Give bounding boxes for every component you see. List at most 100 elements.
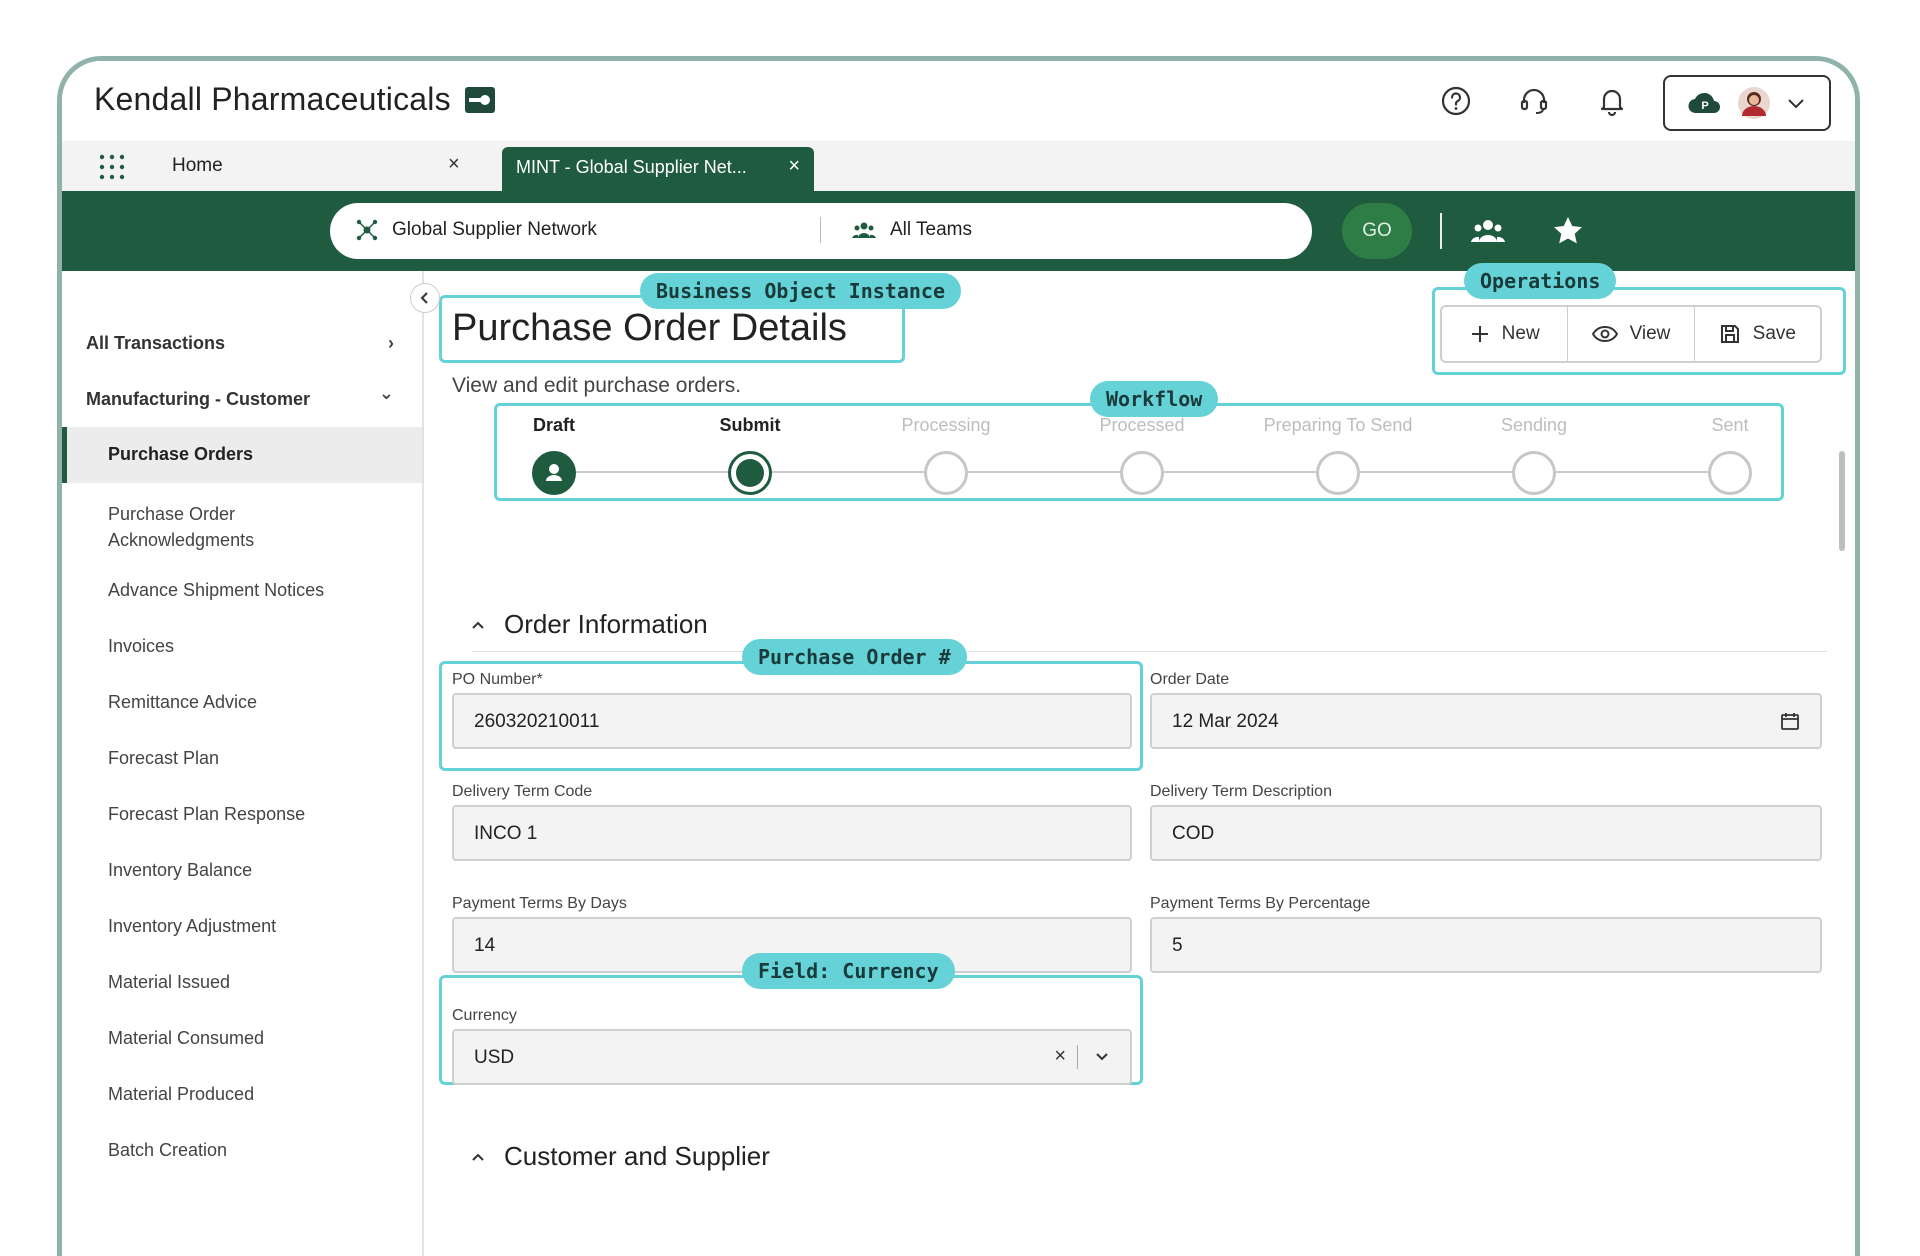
app-window: Kendall Pharmaceuticals P Home × MINT - … xyxy=(62,61,1855,1256)
help-icon[interactable] xyxy=(1438,83,1474,119)
network-selector[interactable]: Global Supplier Network xyxy=(356,219,597,241)
workflow-step-label-preparing-to-send: Preparing To Send xyxy=(1263,415,1413,435)
workflow-step-processed[interactable] xyxy=(1120,451,1164,495)
sidebar-item-advance-shipment-notices[interactable]: Advance Shipment Notices xyxy=(108,577,324,603)
tab-active-close-icon[interactable]: × xyxy=(788,155,800,178)
currency-label: Currency xyxy=(452,1007,517,1024)
clear-icon[interactable]: × xyxy=(1054,1045,1066,1068)
page-subtitle: View and edit purchase orders. xyxy=(452,374,742,397)
team-icon xyxy=(852,222,876,238)
sidebar-item-inventory-balance[interactable]: Inventory Balance xyxy=(108,857,252,883)
chevron-left-icon xyxy=(420,292,428,304)
teams-selector[interactable]: All Teams xyxy=(852,219,972,241)
scope-selector[interactable]: Global Supplier Network All Teams xyxy=(330,203,1312,259)
tab-mint-global-supplier-network[interactable]: MINT - Global Supplier Net... × xyxy=(502,147,814,191)
workflow-step-label-sending: Sending xyxy=(1500,415,1568,435)
calendar-icon[interactable] xyxy=(1780,711,1800,731)
po-number-label: PO Number* xyxy=(452,671,543,688)
payment-terms-percentage-label: Payment Terms By Percentage xyxy=(1150,895,1371,912)
save-button-label: Save xyxy=(1752,323,1796,344)
annotation-label-workflow: Workflow xyxy=(1090,381,1219,417)
sidebar-group-label: Manufacturing - Customer xyxy=(86,389,311,409)
eye-icon xyxy=(1591,325,1618,343)
workflow-step-label-submit: Submit xyxy=(719,415,781,435)
tab-active-label: MINT - Global Supplier Net... xyxy=(516,157,747,177)
sidebar-item-material-consumed[interactable]: Material Consumed xyxy=(108,1025,264,1051)
sidebar-item-purchase-order-acknowledgments[interactable]: Purchase Order Acknowledgments xyxy=(108,501,254,553)
delivery-term-code-label: Delivery Term Code xyxy=(452,783,593,800)
delivery-term-description-input[interactable]: COD xyxy=(1150,805,1822,861)
workflow-step-submit[interactable] xyxy=(728,451,772,495)
app-header: Kendall Pharmaceuticals P xyxy=(62,61,1855,141)
network-label: Global Supplier Network xyxy=(392,219,597,240)
headset-icon[interactable] xyxy=(1516,83,1552,119)
order-date-input[interactable]: 12 Mar 2024 xyxy=(1150,693,1822,749)
save-icon xyxy=(1720,325,1739,343)
apps-grid-icon[interactable] xyxy=(98,153,126,181)
workflow-step-label-sent: Sent xyxy=(1711,415,1749,435)
order-date-label: Order Date xyxy=(1150,671,1230,688)
order-date-value: 12 Mar 2024 xyxy=(1172,711,1279,732)
user-check-icon xyxy=(546,464,562,481)
teams-icon[interactable] xyxy=(1468,213,1508,249)
workflow-step-label-processing: Processing xyxy=(901,415,991,435)
select-divider xyxy=(1077,1045,1078,1069)
sidebar-item-inventory-adjustment[interactable]: Inventory Adjustment xyxy=(108,913,276,939)
sidebar-item-invoices[interactable]: Invoices xyxy=(108,633,174,659)
main-scrollbar[interactable] xyxy=(1839,451,1845,551)
network-icon xyxy=(356,219,378,241)
favorite-star-icon[interactable] xyxy=(1548,213,1588,249)
delivery-term-description-label: Delivery Term Description xyxy=(1150,783,1332,800)
sidebar-group-label: All Transactions xyxy=(86,333,226,353)
annotation-label-business-object: Business Object Instance xyxy=(640,273,961,309)
sidebar-group-manufacturing-customer[interactable]: Manufacturing - Customer ⌄ xyxy=(86,383,416,410)
operations-toolbar: New View Save xyxy=(1440,305,1822,363)
device-frame: Kendall Pharmaceuticals P Home × MINT - … xyxy=(57,56,1860,1256)
workflow-step-draft[interactable] xyxy=(532,451,576,495)
annotation-label-purchase-order: Purchase Order # xyxy=(742,639,967,675)
sidebar-item-forecast-plan-response[interactable]: Forecast Plan Response xyxy=(108,801,305,827)
workflow-step-label-draft: Draft xyxy=(532,415,576,435)
greenbar-divider xyxy=(1440,213,1442,249)
new-button[interactable]: New xyxy=(1442,307,1569,361)
go-button[interactable]: GO xyxy=(1342,203,1412,259)
save-button[interactable]: Save xyxy=(1695,307,1820,361)
section-title: Customer and Supplier xyxy=(504,1141,770,1171)
tab-home[interactable]: Home xyxy=(172,155,223,177)
workflow-step-processing[interactable] xyxy=(924,451,968,495)
currency-select[interactable]: USD × xyxy=(452,1029,1132,1085)
payment-terms-days-label: Payment Terms By Days xyxy=(452,895,627,912)
user-menu[interactable]: P xyxy=(1663,75,1831,131)
annotation-label-operations: Operations xyxy=(1464,263,1617,299)
view-button[interactable]: View xyxy=(1568,307,1695,361)
chevron-up-icon xyxy=(472,1153,484,1161)
sidebar-group-all-transactions[interactable]: All Transactions › xyxy=(86,333,416,354)
tab-bar: Home × MINT - Global Supplier Net... × xyxy=(62,141,1855,191)
payment-terms-percentage-input[interactable]: 5 xyxy=(1150,917,1822,973)
annotation-label-currency: Field: Currency xyxy=(742,953,955,989)
sidebar-collapse-button[interactable] xyxy=(410,283,440,313)
delivery-term-code-input[interactable]: INCO 1 xyxy=(452,805,1132,861)
scope-divider xyxy=(820,217,821,243)
sidebar-item-label-active: Purchase Orders xyxy=(108,444,254,464)
view-button-label: View xyxy=(1629,323,1671,344)
workflow-step-preparing-to-send[interactable] xyxy=(1316,451,1360,495)
workflow-step-sending[interactable] xyxy=(1512,451,1556,495)
brand-logo-icon xyxy=(464,86,495,113)
chevron-down-icon xyxy=(1788,99,1804,109)
sidebar-item-remittance-advice[interactable]: Remittance Advice xyxy=(108,689,257,715)
chevron-down-icon[interactable] xyxy=(1094,1049,1110,1065)
sidebar-item-material-issued[interactable]: Material Issued xyxy=(108,969,230,995)
chevron-up-icon xyxy=(472,621,484,629)
sidebar-item-batch-creation[interactable]: Batch Creation xyxy=(108,1137,227,1163)
section-customer-supplier[interactable]: Customer and Supplier xyxy=(470,1141,770,1172)
sidebar-item-forecast-plan[interactable]: Forecast Plan xyxy=(108,745,219,771)
section-order-information[interactable]: Order Information xyxy=(470,609,708,640)
section-divider xyxy=(472,651,1827,652)
workflow-step-sent[interactable] xyxy=(1708,451,1752,495)
tab-home-close-icon[interactable]: × xyxy=(448,153,460,176)
bell-icon[interactable] xyxy=(1594,83,1630,119)
sidebar-item-material-produced[interactable]: Material Produced xyxy=(108,1081,254,1107)
workflow-step-label-processed: Processed xyxy=(1099,415,1185,435)
po-number-input[interactable]: 260320210011 xyxy=(452,693,1132,749)
